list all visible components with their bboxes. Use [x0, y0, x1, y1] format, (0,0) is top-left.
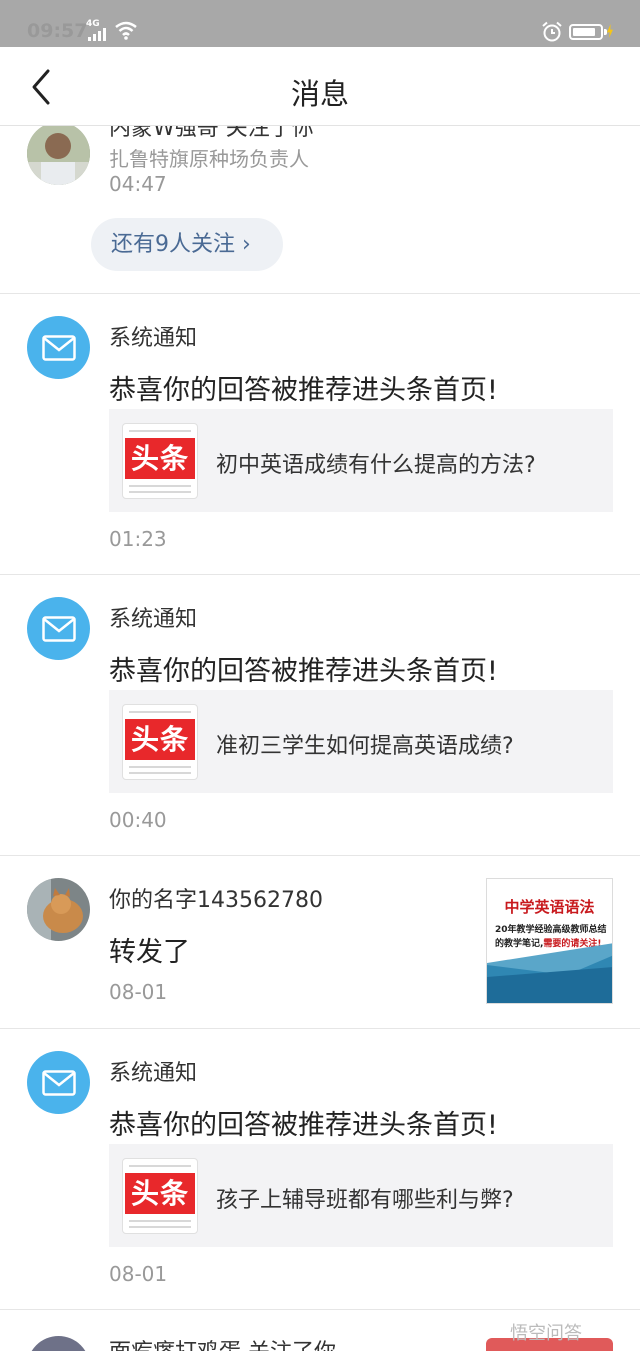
toutiao-logo-text: 头条	[125, 438, 195, 479]
share-notification[interactable]: 你的名字143562780 转发了 08-01 中学英语语法 20年教学经验高级…	[0, 856, 640, 1029]
mail-icon	[41, 1069, 76, 1096]
status-bar: 09:57 4G	[0, 0, 640, 47]
nav-bar: 消息	[0, 47, 640, 126]
notification-message: 恭喜你的回答被推荐进头条首页!	[109, 375, 498, 406]
mail-icon	[41, 334, 76, 361]
system-notification[interactable]: 系统通知 恭喜你的回答被推荐进头条首页! 头条 初中英语成绩有什么提高的方法? …	[0, 294, 640, 575]
article-card[interactable]: 头条 孩子上辅导班都有哪些利与弊?	[109, 1144, 613, 1247]
notification-message: 恭喜你的回答被推荐进头条首页!	[109, 656, 498, 687]
signal-icon	[88, 28, 106, 41]
mail-avatar	[27, 1051, 90, 1114]
article-card[interactable]: 头条 准初三学生如何提高英语成绩?	[109, 690, 613, 793]
toutiao-logo: 头条	[122, 1158, 198, 1234]
follow-time: 04:47	[109, 172, 167, 196]
status-time: 09:57	[27, 20, 88, 42]
sender-name: 系统通知	[109, 607, 198, 632]
toutiao-logo-text: 头条	[125, 719, 195, 760]
article-title: 初中英语成绩有什么提高的方法?	[216, 453, 536, 478]
shared-article-thumbnail[interactable]: 中学英语语法 20年教学经验高级教师总结的教学笔记,需要的请关注!	[486, 878, 613, 1004]
article-title: 孩子上辅导班都有哪些利与弊?	[216, 1188, 514, 1213]
sender-name: 你的名字143562780	[109, 888, 323, 913]
wifi-icon	[115, 21, 137, 40]
sender-name: 系统通知	[109, 1061, 198, 1086]
mail-avatar	[27, 597, 90, 660]
watermark: 悟空问答	[510, 1323, 582, 1344]
notification-time: 08-01	[109, 1262, 168, 1286]
follower-title: 面疙瘩打鸡蛋 关注了你	[109, 1334, 336, 1351]
charging-icon	[607, 24, 613, 38]
follower-title: 内蒙W强哥 关注了你	[109, 126, 314, 141]
toutiao-logo: 头条	[122, 423, 198, 499]
notification-time: 01:23	[109, 527, 167, 551]
avatar[interactable]	[27, 126, 90, 185]
avatar[interactable]	[27, 878, 90, 941]
battery-icon	[569, 24, 607, 40]
follower-subtitle: 扎鲁特旗原种场负责人	[109, 147, 309, 171]
sender-name: 系统通知	[109, 326, 198, 351]
article-title: 准初三学生如何提高英语成绩?	[216, 734, 514, 759]
system-notification[interactable]: 系统通知 恭喜你的回答被推荐进头条首页! 头条 准初三学生如何提高英语成绩? 0…	[0, 575, 640, 856]
thumbnail-graphic	[487, 943, 612, 1003]
toutiao-logo: 头条	[122, 704, 198, 780]
notification-message: 恭喜你的回答被推荐进头条首页!	[109, 1110, 498, 1141]
toutiao-logo-text: 头条	[125, 1173, 195, 1214]
alarm-icon	[542, 21, 562, 42]
notification-time: 08-01	[109, 980, 168, 1004]
mail-icon	[41, 615, 76, 642]
article-card[interactable]: 头条 初中英语成绩有什么提高的方法?	[109, 409, 613, 512]
message-list[interactable]: 内蒙W强哥 关注了你 扎鲁特旗原种场负责人 04:47 还有9人关注 › 系统通…	[0, 126, 640, 1351]
notification-time: 00:40	[109, 808, 167, 832]
system-notification[interactable]: 系统通知 恭喜你的回答被推荐进头条首页! 头条 孩子上辅导班都有哪些利与弊? 0…	[0, 1029, 640, 1310]
avatar[interactable]	[27, 1336, 90, 1351]
page-title: 消息	[290, 77, 349, 111]
follow-notification[interactable]: 内蒙W强哥 关注了你 扎鲁特旗原种场负责人 04:47 还有9人关注 ›	[0, 126, 640, 294]
mail-avatar	[27, 316, 90, 379]
thumbnail-title: 中学英语语法	[504, 898, 595, 916]
notification-message: 转发了	[109, 937, 190, 968]
more-followers-button[interactable]: 还有9人关注 ›	[91, 218, 283, 271]
